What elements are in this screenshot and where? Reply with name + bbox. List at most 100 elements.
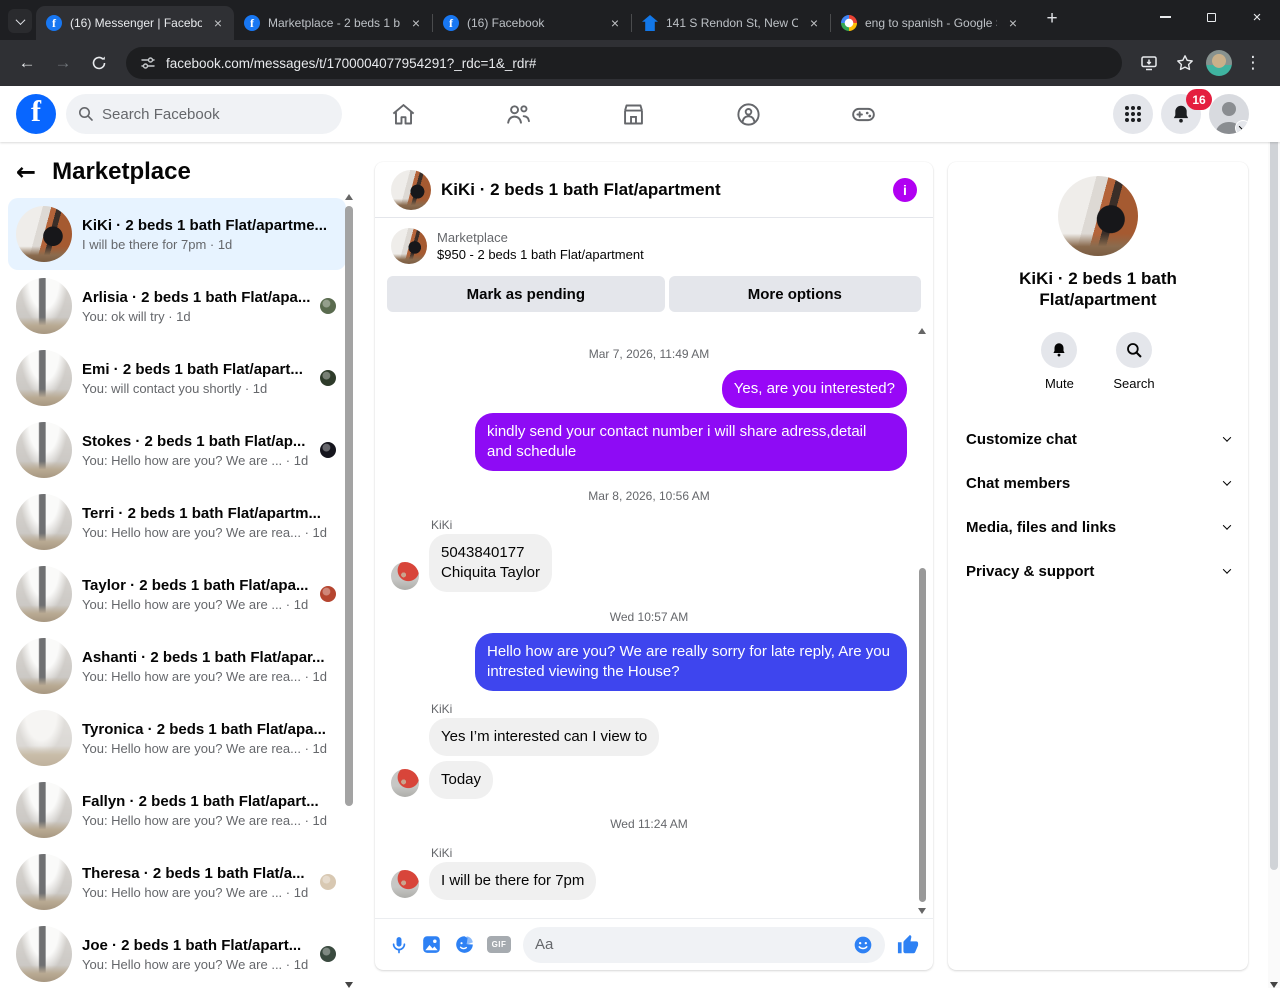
menu-privacy-support[interactable]: Privacy & support [948, 549, 1248, 593]
nav-home[interactable] [379, 94, 427, 134]
back-button[interactable]: ← [12, 48, 42, 78]
browser-menu-button[interactable]: ⋮ [1238, 48, 1268, 78]
tab-title: (16) Facebook [467, 16, 545, 30]
conversation-item[interactable]: KiKi · 2 beds 1 bath Flat/apartme... I w… [8, 198, 346, 270]
conversation-preview: You: Hello how are you? We are ... · 1d [82, 596, 309, 612]
seen-indicator-avatar [320, 298, 336, 314]
apps-menu-button[interactable] [1113, 94, 1153, 134]
facebook-search[interactable]: Search Facebook [66, 94, 342, 134]
conversation-name: Tyronica · 2 beds 1 bath Flat/apa... [82, 720, 326, 738]
reload-button[interactable] [84, 48, 114, 78]
menu-media-files-links[interactable]: Media, files and links [948, 505, 1248, 549]
bookmark-button[interactable] [1170, 48, 1200, 78]
scroll-down-arrow-icon[interactable] [345, 982, 353, 988]
close-button[interactable]: × [1234, 0, 1280, 34]
incoming-message-bubble[interactable]: 5043840177 Chiquita Taylor [429, 534, 552, 592]
info-icon[interactable]: i [893, 177, 917, 202]
sender-avatar[interactable] [391, 870, 419, 898]
outgoing-message-row: kindly send your contact number i will s… [391, 413, 907, 471]
conversation-item[interactable]: Joe · 2 beds 1 bath Flat/apart... You: H… [8, 918, 346, 988]
conversation-item[interactable]: Ashanti · 2 beds 1 bath Flat/apar... You… [8, 630, 346, 702]
outgoing-message-bubble[interactable]: Yes, are you interested? [721, 370, 907, 408]
scroll-up-arrow-icon[interactable] [345, 194, 353, 200]
incoming-message-bubble[interactable]: I will be there for 7pm [429, 862, 597, 900]
tab-close-icon[interactable]: × [408, 15, 424, 31]
attach-photo-icon[interactable] [421, 934, 442, 955]
chat-avatar[interactable] [391, 169, 431, 210]
conversation-item[interactable]: Taylor · 2 beds 1 bath Flat/apa... You: … [8, 558, 346, 630]
scroll-down-arrow-icon[interactable] [1270, 982, 1278, 988]
forward-button[interactable]: → [48, 48, 78, 78]
conversation-text: Theresa · 2 beds 1 bath Flat/a... You: H… [82, 865, 310, 900]
menu-customize-chat[interactable]: Customize chat [948, 417, 1248, 461]
conversation-item[interactable]: Tyronica · 2 beds 1 bath Flat/apa... You… [8, 702, 346, 774]
browser-tab[interactable]: f (16) Messenger | Faceboo × [36, 6, 234, 40]
conversation-item[interactable]: Terri · 2 beds 1 bath Flat/apartm... You… [8, 486, 346, 558]
gif-icon[interactable]: GIF [487, 936, 511, 953]
conversation-preview: You: Hello how are you? We are rea... · … [82, 740, 327, 756]
sidebar-scrollbar[interactable] [344, 194, 354, 988]
new-tab-button[interactable]: + [1039, 6, 1065, 32]
listing-avatar [16, 854, 72, 910]
tab-close-icon[interactable]: × [210, 15, 226, 31]
conversation-item[interactable]: Stokes · 2 beds 1 bath Flat/ap... You: H… [8, 414, 346, 486]
sender-avatar[interactable] [391, 769, 419, 797]
scrollbar-thumb[interactable] [1270, 100, 1278, 870]
mute-label: Mute [1044, 376, 1074, 391]
voice-clip-icon[interactable] [389, 934, 409, 956]
menu-chat-members[interactable]: Chat members [948, 461, 1248, 505]
incoming-message-bubble[interactable]: Yes I’m interested can I view to [429, 718, 660, 756]
thumbs-up-icon[interactable] [897, 934, 919, 956]
browser-tab[interactable]: eng to spanish - Google S × [831, 6, 1029, 40]
nav-groups[interactable] [724, 94, 772, 134]
nav-friends[interactable] [494, 94, 542, 134]
chat-scrollbar[interactable] [917, 328, 927, 914]
browser-tab[interactable]: f (16) Facebook × [433, 6, 631, 40]
tab-close-icon[interactable]: × [806, 15, 822, 31]
nav-gaming[interactable] [839, 94, 887, 134]
site-info-icon[interactable] [140, 55, 156, 71]
scroll-up-arrow-icon[interactable] [918, 328, 926, 334]
tab-close-icon[interactable]: × [607, 15, 623, 31]
mute-action[interactable]: Mute [1041, 332, 1078, 391]
address-bar[interactable]: facebook.com/messages/t/1700004077954291… [126, 47, 1122, 79]
search-action[interactable]: Search [1113, 332, 1155, 391]
sender-avatar[interactable] [391, 562, 419, 590]
conversation-item[interactable]: Theresa · 2 beds 1 bath Flat/a... You: H… [8, 846, 346, 918]
emoji-icon[interactable] [853, 935, 873, 955]
profile-chevron [1235, 120, 1249, 134]
conversation-text: Ashanti · 2 beds 1 bath Flat/apar... You… [82, 649, 338, 684]
conversation-item[interactable]: Fallyn · 2 beds 1 bath Flat/apart... You… [8, 774, 346, 846]
back-arrow-icon[interactable]: ← [16, 160, 36, 184]
tab-list-chevron-button[interactable] [8, 9, 32, 33]
scrollbar-thumb[interactable] [345, 206, 353, 806]
facebook-center-nav [379, 94, 887, 134]
incoming-message-bubble[interactable]: Today [429, 761, 494, 799]
more-options-button[interactable]: More options [668, 276, 921, 312]
profile-button[interactable] [1209, 94, 1249, 134]
chevron-down-icon [15, 14, 25, 25]
browser-tab[interactable]: 141 S Rendon St, New Or × [632, 6, 830, 40]
mark-as-pending-button[interactable]: Mark as pending [387, 276, 665, 312]
message-list[interactable]: Mar 7, 2026, 11:49 AM Yes, are you intere… [375, 324, 933, 918]
maximize-button[interactable] [1188, 0, 1234, 34]
conversation-item[interactable]: Emi · 2 beds 1 bath Flat/apart... You: w… [8, 342, 346, 414]
facebook-logo[interactable]: f [16, 94, 56, 134]
conversation-name: Emi · 2 beds 1 bath Flat/apart... [82, 360, 303, 378]
conversation-item[interactable]: Arlisia · 2 beds 1 bath Flat/apa... You:… [8, 270, 346, 342]
outgoing-message-bubble[interactable]: kindly send your contact number i will s… [475, 413, 907, 471]
nav-marketplace[interactable] [609, 94, 657, 134]
message-input[interactable]: Aa [523, 926, 885, 963]
scroll-down-arrow-icon[interactable] [918, 908, 926, 914]
install-app-button[interactable] [1134, 48, 1164, 78]
minimize-button[interactable] [1142, 0, 1188, 34]
page-scrollbar[interactable] [1268, 88, 1280, 988]
browser-profile-avatar[interactable] [1206, 50, 1232, 76]
browser-tab[interactable]: f Marketplace - 2 beds 1 b × [234, 6, 432, 40]
outgoing-message-bubble[interactable]: Hello how are you? We are really sorry f… [475, 633, 907, 691]
sticker-icon[interactable] [454, 934, 475, 955]
chat-title: KiKi · 2 beds 1 bath Flat/apartment [441, 179, 721, 199]
tab-close-icon[interactable]: × [1005, 15, 1021, 31]
url-text[interactable]: facebook.com/messages/t/1700004077954291… [166, 56, 536, 71]
scrollbar-thumb[interactable] [919, 568, 926, 903]
